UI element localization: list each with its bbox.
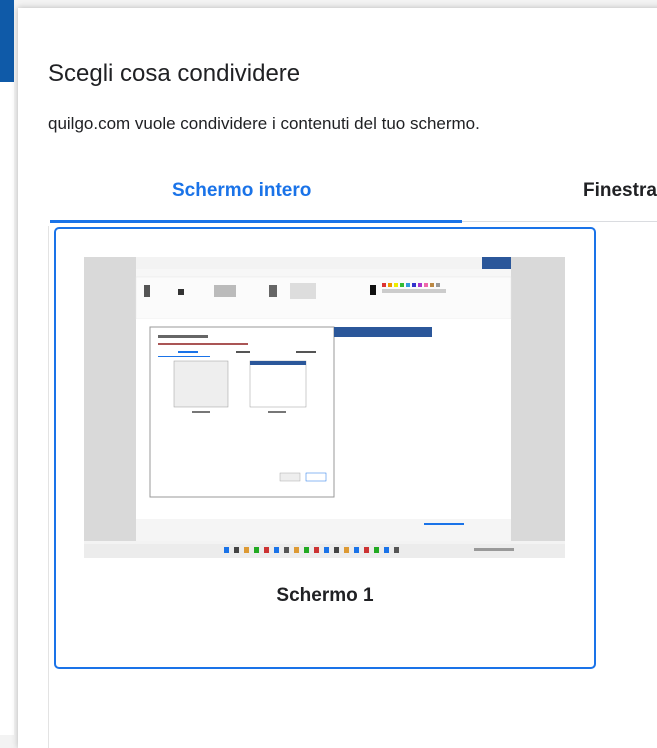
background-window-accent <box>0 0 14 82</box>
background-window <box>0 0 14 735</box>
dialog-title: Scegli cosa condividere <box>48 60 301 87</box>
content-divider <box>48 226 49 748</box>
screen-label: Schermo 1 <box>276 585 374 606</box>
tab-window[interactable]: Finestra <box>583 180 657 202</box>
tab-entire-screen[interactable]: Schermo intero <box>172 180 311 202</box>
screen-thumbnail <box>84 257 565 558</box>
tab-divider <box>462 221 657 222</box>
dialog-subtitle: quilgo.com vuole condividere i contenuti… <box>48 114 480 133</box>
share-screen-dialog: Scegli cosa condividere quilgo.com vuole… <box>18 8 657 748</box>
screen-option-card[interactable]: Schermo 1 <box>54 227 596 669</box>
active-tab-indicator <box>50 220 462 223</box>
